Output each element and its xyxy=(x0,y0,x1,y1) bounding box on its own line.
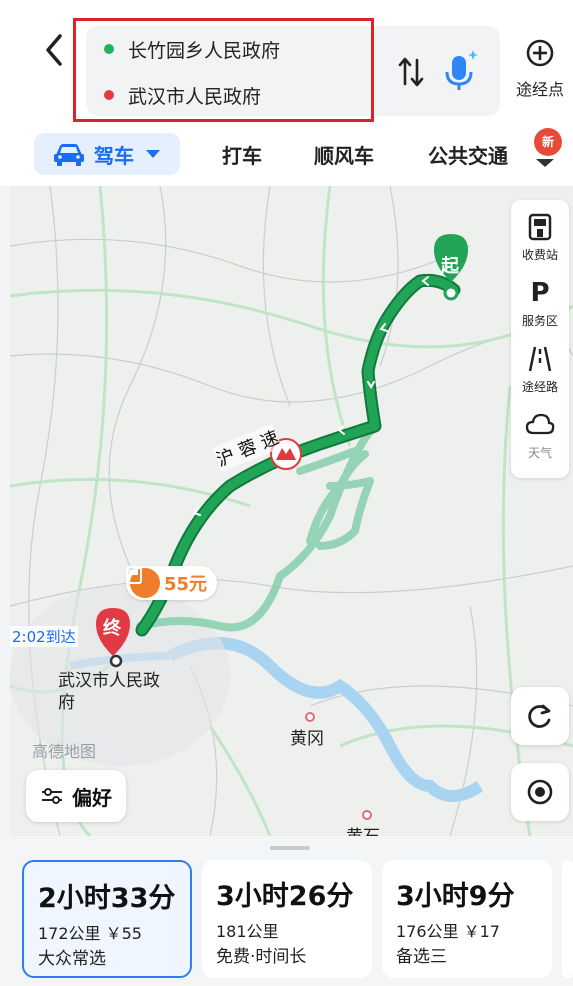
city-dot-huanggang xyxy=(305,712,315,722)
route-input-card: 长竹园乡人民政府 武汉市人民政府 xyxy=(86,26,500,116)
destination-label-line2: 府 xyxy=(58,693,75,713)
new-badge: 新 xyxy=(534,128,562,156)
refresh-icon xyxy=(528,704,551,728)
toll-fee-text: 55元 xyxy=(164,574,208,595)
preference-label: 偏好 xyxy=(72,785,112,810)
end-marker-label: 终 xyxy=(103,618,121,639)
header: 长竹园乡人民政府 武汉市人民政府 途经点 xyxy=(0,0,573,128)
transport-tabs: 驾车 打车 顺风车 公共交通 xyxy=(0,128,573,186)
map-watermark: 高德地图 xyxy=(32,742,97,761)
sliders-icon xyxy=(42,788,62,804)
route-tag: 免费·时间长 xyxy=(216,947,307,967)
map-view[interactable]: 起 终 沪 蓉 速 55元 2:02到达 武汉市人民政 府 黄冈 黄石 高德地图 xyxy=(10,186,573,836)
city-dot-huangshi xyxy=(362,810,372,820)
route-options-sheet: 2小时33分 172公里 ￥55 大众常选 3小时26分 181公里 免费·时间… xyxy=(0,836,573,986)
sheet-drag-handle[interactable] xyxy=(270,846,310,850)
service-area-button[interactable]: P 服务区 xyxy=(511,276,569,344)
route-option-2[interactable]: 3小时26分 181公里 免费·时间长 xyxy=(202,860,372,978)
end-location-field[interactable]: 武汉市人民政府 xyxy=(104,80,261,110)
start-marker-label: 起 xyxy=(441,256,459,277)
locate-icon xyxy=(527,779,553,805)
waypoint-label: 途经点 xyxy=(515,80,564,99)
add-waypoint-button[interactable]: 途经点 xyxy=(510,38,570,102)
toll-station-icon xyxy=(511,210,569,244)
toll-icon xyxy=(126,566,160,598)
weather-button[interactable]: 天气 xyxy=(511,408,569,476)
start-dot-icon xyxy=(104,44,114,54)
route-roads-label: 途经路 xyxy=(521,380,558,394)
route-time: 3小时26分 xyxy=(216,881,354,912)
refresh-button[interactable] xyxy=(511,687,569,745)
voice-mic-icon[interactable] xyxy=(440,48,480,92)
start-location-field[interactable]: 长竹园乡人民政府 xyxy=(104,34,280,64)
service-area-label: 服务区 xyxy=(521,314,558,328)
plus-circle-icon xyxy=(526,39,554,67)
tab-drive-label: 驾车 xyxy=(94,143,134,168)
weather-label: 天气 xyxy=(527,446,552,460)
tab-transit[interactable]: 公共交通 xyxy=(428,140,510,169)
city-label-huanggang: 黄冈 xyxy=(290,729,324,749)
end-dot-icon xyxy=(104,90,114,100)
route-time: 2小时33分 xyxy=(38,883,176,914)
tab-carpool[interactable]: 顺风车 xyxy=(314,140,374,169)
cloud-icon xyxy=(511,408,569,442)
dropdown-caret-icon xyxy=(146,150,160,158)
end-location-text: 武汉市人民政府 xyxy=(128,85,262,108)
tab-drive[interactable]: 驾车 xyxy=(34,133,180,175)
city-label-huangshi: 黄石 xyxy=(346,822,380,836)
chevron-down-icon xyxy=(536,159,554,167)
route-option-3[interactable]: 3小时9分 176公里 ￥17 备选三 xyxy=(382,860,552,978)
swap-icon[interactable] xyxy=(396,52,426,92)
car-icon xyxy=(54,144,84,166)
locate-button[interactable] xyxy=(511,763,569,821)
route-info: 176公里 ￥17 xyxy=(396,922,500,941)
service-area-icon: P xyxy=(530,278,550,308)
map-tools-panel: 收费站 P 服务区 途经路 天气 xyxy=(511,200,569,478)
route-info: 172公里 ￥55 xyxy=(38,924,142,943)
route-info: 181公里 xyxy=(216,922,279,941)
route-option-4-partial[interactable] xyxy=(562,860,573,978)
toll-fee-bubble[interactable]: 55元 xyxy=(126,566,218,600)
back-icon[interactable] xyxy=(38,30,70,70)
start-location-text: 长竹园乡人民政府 xyxy=(128,39,281,62)
route-tag: 大众常选 xyxy=(38,949,106,969)
route-time: 3小时9分 xyxy=(396,881,515,912)
toll-station-button[interactable]: 收费站 xyxy=(511,210,569,278)
arrival-time: 2:02到达 xyxy=(10,626,78,647)
route-option-1[interactable]: 2小时33分 172公里 ￥55 大众常选 xyxy=(22,860,192,978)
route-roads-button[interactable]: 途经路 xyxy=(511,342,569,410)
tab-taxi[interactable]: 打车 xyxy=(222,140,262,169)
route-tag: 备选三 xyxy=(396,947,447,967)
road-icon xyxy=(511,342,569,376)
preference-button[interactable]: 偏好 xyxy=(26,770,126,822)
toll-station-label: 收费站 xyxy=(521,248,558,262)
